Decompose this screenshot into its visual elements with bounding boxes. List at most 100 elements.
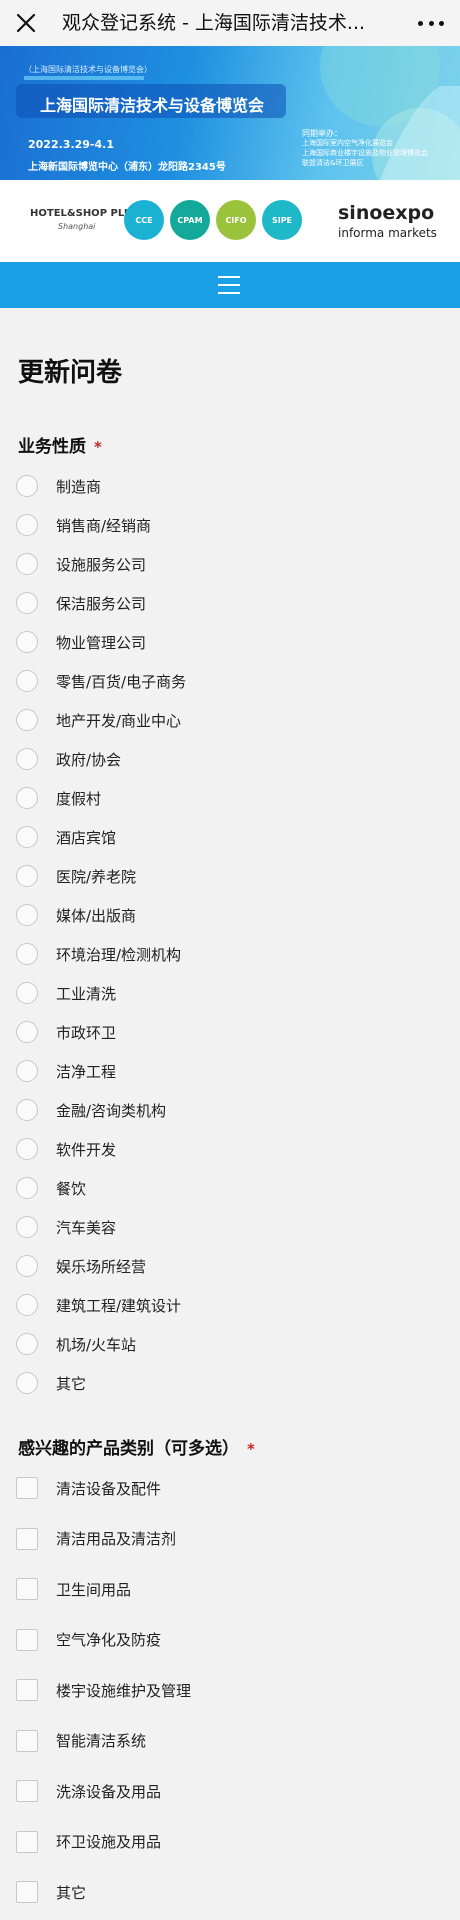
business-type-option[interactable]: 汽车美容 [16, 1210, 436, 1244]
business-type-option[interactable]: 餐饮 [16, 1171, 436, 1205]
product-category-option[interactable]: 清洁用品及清洁剂 [16, 1522, 436, 1556]
radio-button[interactable] [16, 1216, 38, 1238]
checkbox[interactable] [16, 1881, 38, 1903]
business-type-option-label: 洁净工程 [56, 1062, 117, 1081]
radio-button[interactable] [16, 1099, 38, 1121]
radio-button[interactable] [16, 514, 38, 536]
business-type-option-label: 销售商/经销商 [56, 516, 152, 535]
business-type-option[interactable]: 地产开发/商业中心 [16, 703, 436, 737]
radio-button[interactable] [16, 1255, 38, 1277]
business-type-option-label: 环境治理/检测机构 [56, 945, 182, 964]
product-category-option-label: 洗涤设备及用品 [56, 1782, 162, 1801]
checkbox[interactable] [16, 1628, 38, 1651]
close-icon[interactable] [12, 9, 40, 37]
radio-button[interactable] [16, 1021, 38, 1043]
radio-button[interactable] [16, 670, 38, 692]
business-type-option[interactable]: 软件开发 [16, 1132, 436, 1166]
radio-button[interactable] [16, 709, 38, 731]
cifo-logo: CIFO [216, 200, 256, 240]
business-type-option[interactable]: 金融/咨询类机构 [16, 1093, 436, 1127]
radio-button[interactable] [16, 748, 38, 770]
product-category-option[interactable]: 空气净化及防疫 [16, 1623, 436, 1657]
radio-button[interactable] [16, 826, 38, 848]
business-type-option[interactable]: 物业管理公司 [16, 625, 436, 659]
product-category-option-label: 空气净化及防疫 [56, 1631, 162, 1649]
banner-co-events: 上海国际室内空气净化展览会 上海国际商业楼宇设施及物业管理博览会 联盟清洁&环卫… [302, 139, 428, 167]
product-category-option[interactable]: 环卫设施及用品 [16, 1825, 436, 1859]
business-type-option[interactable]: 政府/协会 [16, 742, 436, 776]
product-category-option[interactable]: 楼宇设施维护及管理 [16, 1673, 436, 1707]
radio-button[interactable] [16, 553, 38, 575]
hotel-shop-logo: HOTEL&SHOP PLUS [30, 208, 140, 219]
radio-button[interactable] [16, 943, 38, 965]
checkbox[interactable] [16, 1729, 38, 1752]
radio-button[interactable] [16, 1294, 38, 1316]
hotel-shop-logo-sub: Shanghai [58, 222, 96, 231]
banner-date: 2022.3.29-4.1 [28, 138, 114, 151]
business-type-option[interactable]: 环境治理/检测机构 [16, 937, 436, 971]
required-marker: * [247, 1440, 255, 1458]
radio-button[interactable] [16, 592, 38, 614]
business-type-option[interactable]: 建筑工程/建筑设计 [16, 1288, 436, 1322]
product-category-option-label: 智能清洁系统 [56, 1732, 147, 1750]
business-type-option[interactable]: 机场/火车站 [16, 1327, 436, 1361]
checkbox[interactable] [16, 1780, 38, 1802]
product-category-option[interactable]: 清洁设备及配件 [16, 1471, 436, 1505]
business-type-option[interactable]: 洁净工程 [16, 1054, 436, 1088]
business-type-option-label: 物业管理公司 [56, 633, 147, 652]
menu-bar [0, 262, 460, 308]
sinoexpo-logo: sinoexpo [338, 202, 435, 224]
business-type-option-label: 地产开发/商业中心 [56, 711, 182, 730]
business-type-option[interactable]: 度假村 [16, 781, 436, 815]
business-type-option[interactable]: 设施服务公司 [16, 547, 436, 581]
checkbox[interactable] [16, 1830, 38, 1853]
business-type-option[interactable]: 销售商/经销商 [16, 508, 436, 542]
radio-button[interactable] [16, 1138, 38, 1160]
title-bar: 观众登记系统 - 上海国际清洁技术... [0, 0, 460, 46]
checkbox[interactable] [16, 1679, 38, 1701]
radio-button[interactable] [16, 865, 38, 887]
business-type-option-label: 软件开发 [56, 1140, 117, 1159]
business-type-option-label: 医院/养老院 [56, 867, 137, 886]
business-type-option[interactable]: 媒体/出版商 [16, 898, 436, 932]
product-category-option[interactable]: 洗涤设备及用品 [16, 1774, 436, 1808]
business-type-option-label: 政府/协会 [56, 750, 122, 769]
business-type-option-label: 设施服务公司 [56, 555, 147, 574]
radio-button[interactable] [16, 904, 38, 926]
radio-button[interactable] [16, 982, 38, 1004]
business-type-option-label: 酒店宾馆 [56, 828, 117, 847]
business-type-option[interactable]: 医院/养老院 [16, 859, 436, 893]
window-title: 观众登记系统 - 上海国际清洁技术... [62, 12, 366, 34]
product-category-option-label: 其它 [56, 1883, 87, 1902]
business-type-option[interactable]: 保洁服务公司 [16, 586, 436, 620]
radio-button[interactable] [16, 787, 38, 809]
product-category-option-label: 清洁设备及配件 [56, 1479, 162, 1498]
business-type-option-label: 金融/咨询类机构 [56, 1101, 167, 1120]
product-category-option[interactable]: 卫生间用品 [16, 1572, 436, 1606]
product-category-option[interactable]: 其它 [16, 1875, 436, 1909]
hamburger-menu-icon[interactable] [218, 276, 240, 294]
business-type-option[interactable]: 零售/百货/电子商务 [16, 664, 436, 698]
radio-button[interactable] [16, 1333, 38, 1355]
business-type-option-label: 其它 [56, 1374, 87, 1393]
business-type-option-label: 娱乐场所经营 [56, 1257, 147, 1276]
radio-button[interactable] [16, 1372, 38, 1394]
business-type-option-label: 机场/火车站 [56, 1335, 137, 1354]
business-type-option[interactable]: 其它 [16, 1366, 436, 1400]
checkbox[interactable] [16, 1527, 38, 1550]
business-type-option[interactable]: 娱乐场所经营 [16, 1249, 436, 1283]
business-type-option-label: 保洁服务公司 [56, 594, 147, 613]
radio-button[interactable] [16, 631, 38, 653]
checkbox[interactable] [16, 1578, 38, 1600]
business-type-option-label: 餐饮 [56, 1179, 87, 1198]
product-category-option[interactable]: 智能清洁系统 [16, 1724, 436, 1758]
business-type-option[interactable]: 工业清洗 [16, 976, 436, 1010]
checkbox[interactable] [16, 1477, 38, 1499]
radio-button[interactable] [16, 1060, 38, 1082]
radio-button[interactable] [16, 475, 38, 497]
business-type-option[interactable]: 制造商 [16, 469, 436, 503]
radio-button[interactable] [16, 1177, 38, 1199]
more-icon[interactable] [418, 14, 444, 32]
business-type-option[interactable]: 酒店宾馆 [16, 820, 436, 854]
business-type-option[interactable]: 市政环卫 [16, 1015, 436, 1049]
